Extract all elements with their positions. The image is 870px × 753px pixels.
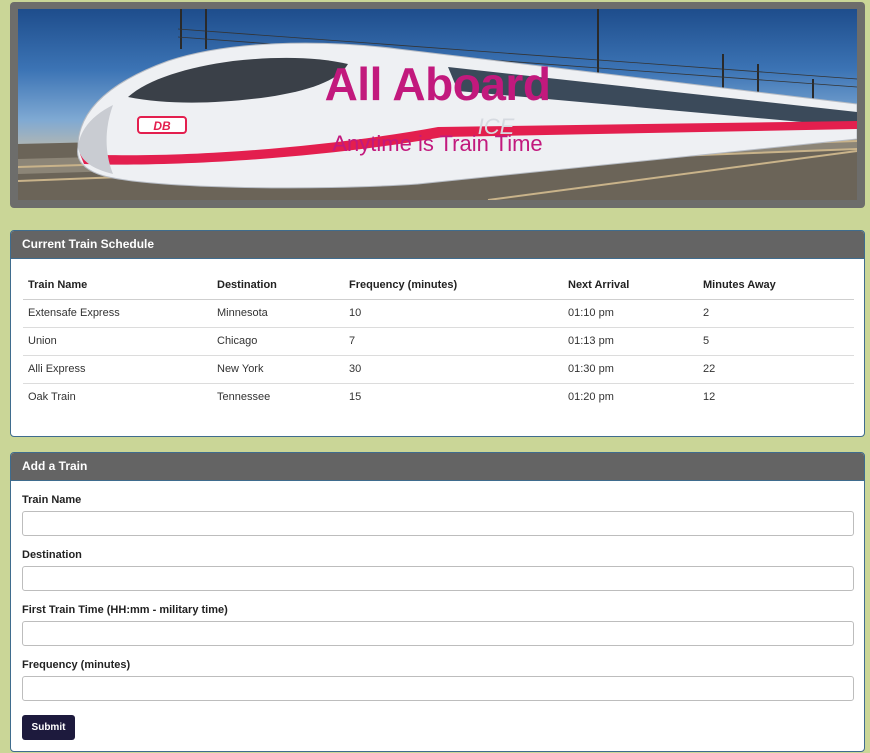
form-group-train-name: Train Name: [22, 482, 854, 537]
cell-destination: New York: [212, 354, 344, 383]
form-group-destination: Destination: [22, 537, 854, 592]
table-row: Union Chicago 7 01:13 pm 5: [23, 326, 854, 355]
cell-minutes-away: 2: [703, 307, 710, 319]
cell-frequency: 10: [349, 307, 362, 319]
jumbotron: DB ICE All Aboard Anytime is Train Time: [10, 2, 865, 208]
cell-frequency: 7: [344, 326, 563, 355]
cell-minutes-away: 12: [698, 382, 854, 411]
schedule-table: Train Name Destination Frequency (minute…: [23, 271, 854, 411]
cell-destination: Minnesota: [217, 307, 268, 319]
cell-minutes-away: 22: [698, 354, 854, 383]
add-train-form: Train Name Destination First Train Time …: [22, 482, 854, 702]
table-row: Oak Train Tennessee 15 01:20 pm 12: [23, 382, 854, 411]
cell-minutes-away: 5: [698, 326, 854, 355]
column-header-train-name: Train Name: [23, 271, 212, 300]
add-train-panel: Add a Train Train Name Destination First…: [10, 452, 865, 752]
frequency-label: Frequency (minutes): [22, 659, 131, 671]
train-name-label: Train Name: [22, 494, 82, 506]
cell-next-arrival: 01:30 pm: [563, 354, 698, 383]
cell-destination: Tennessee: [212, 382, 344, 411]
train-name-input[interactable]: [22, 511, 854, 536]
column-header-destination: Destination: [212, 271, 344, 300]
column-header-next-arrival: Next Arrival: [563, 271, 698, 300]
table-row: Alli Express New York 30 01:30 pm 22: [23, 354, 854, 383]
submit-button[interactable]: Submit: [22, 715, 75, 740]
cell-next-arrival: 01:13 pm: [563, 326, 698, 355]
add-train-panel-heading: Add a Train: [11, 453, 864, 481]
column-header-frequency: Frequency (minutes): [344, 271, 563, 300]
cell-train-name: Extensafe Express: [28, 307, 120, 319]
cell-train-name: Alli Express: [23, 354, 212, 383]
table-header-row: Train Name Destination Frequency (minute…: [23, 271, 854, 300]
cell-train-name: Oak Train: [23, 382, 212, 411]
cell-frequency: 15: [344, 382, 563, 411]
first-train-time-input[interactable]: [22, 621, 854, 646]
cell-train-name: Union: [23, 326, 212, 355]
column-header-minutes-away: Minutes Away: [698, 271, 854, 300]
page-title: All Aboard: [324, 58, 551, 110]
first-train-time-label: First Train Time (HH:mm - military time): [22, 604, 228, 616]
cell-destination: Chicago: [212, 326, 344, 355]
form-group-first-train-time: First Train Time (HH:mm - military time): [22, 592, 854, 647]
page-subtitle: Anytime is Train Time: [332, 131, 543, 156]
schedule-panel: Current Train Schedule Train Name Destin…: [10, 230, 865, 437]
frequency-input[interactable]: [22, 676, 854, 701]
cell-next-arrival: 01:20 pm: [563, 382, 698, 411]
form-group-frequency: Frequency (minutes): [22, 647, 854, 702]
high-speed-train-image: DB ICE All Aboard Anytime is Train Time: [18, 9, 857, 200]
schedule-panel-heading: Current Train Schedule: [11, 231, 864, 259]
cell-next-arrival: 01:10 pm: [568, 307, 614, 319]
cell-frequency: 30: [344, 354, 563, 383]
destination-label: Destination: [22, 549, 82, 561]
destination-input[interactable]: [22, 566, 854, 591]
table-row: Extensafe Express Minnesota 10 01:10 pm …: [23, 299, 854, 327]
